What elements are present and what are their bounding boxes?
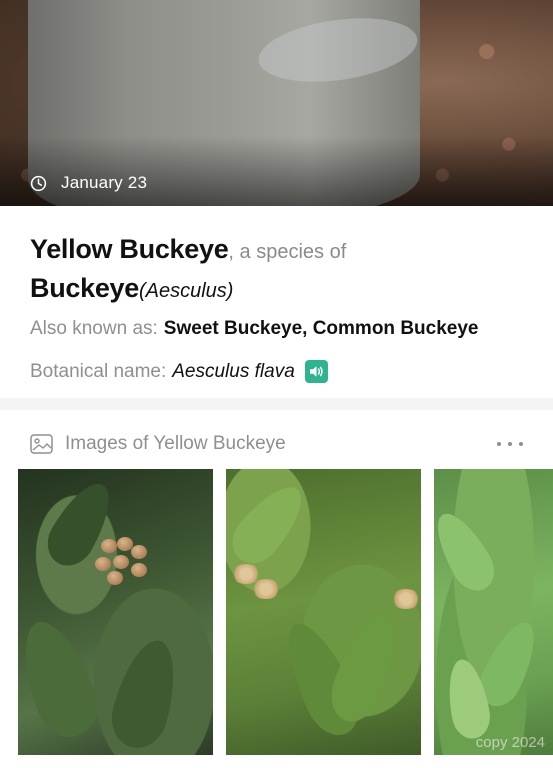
speaker-icon [309, 366, 323, 377]
clock-icon [30, 175, 47, 191]
botanical-name-row: Botanical name: Aesculus flava [30, 360, 328, 383]
more-dots-icon[interactable] [497, 440, 523, 448]
hero-date-row: January 23 [30, 173, 147, 193]
buckeye-nut-cluster [93, 537, 153, 589]
section-divider [0, 398, 553, 410]
species-separator: , a species of [228, 241, 347, 263]
hero-photo[interactable]: January 23 [0, 0, 553, 206]
genus-common-name[interactable]: Buckeye [30, 273, 139, 303]
observation-date: January 23 [61, 173, 148, 192]
hero-shade [0, 136, 553, 206]
flower-cluster [251, 579, 281, 599]
gallery-icon [30, 434, 53, 454]
also-known-value: Sweet Buckeye, Common Buckeye [163, 318, 479, 339]
also-known-label: Also known as: [30, 318, 158, 339]
image-thumbnail-3[interactable]: copy 2024 [434, 469, 553, 755]
image-thumbnail-1[interactable] [18, 469, 213, 755]
images-title: Images of Yellow Buckeye [65, 433, 286, 454]
leaf-shape [226, 475, 315, 573]
image-watermark: copy 2024 [475, 734, 545, 751]
flower-cluster [391, 589, 421, 609]
species-common-name: Yellow Buckeye [30, 234, 229, 264]
leaf-shape [104, 633, 187, 755]
leaf-shape [18, 612, 107, 746]
images-header: Images of Yellow Buckeye [30, 433, 523, 455]
also-known-row: Also known as: Sweet Buckeye, Common Buc… [30, 318, 478, 340]
species-heading: Yellow Buckeye, a species of Buckeye(Aes… [30, 232, 540, 310]
leaf-shape [434, 504, 503, 599]
botanical-name-label: Botanical name: [30, 360, 167, 382]
pronounce-button[interactable] [304, 360, 328, 383]
image-thumbnail-2[interactable] [226, 469, 421, 755]
genus-latin-name: (Aesculus) [138, 280, 234, 302]
botanical-name-value: Aesculus flava [172, 360, 295, 382]
